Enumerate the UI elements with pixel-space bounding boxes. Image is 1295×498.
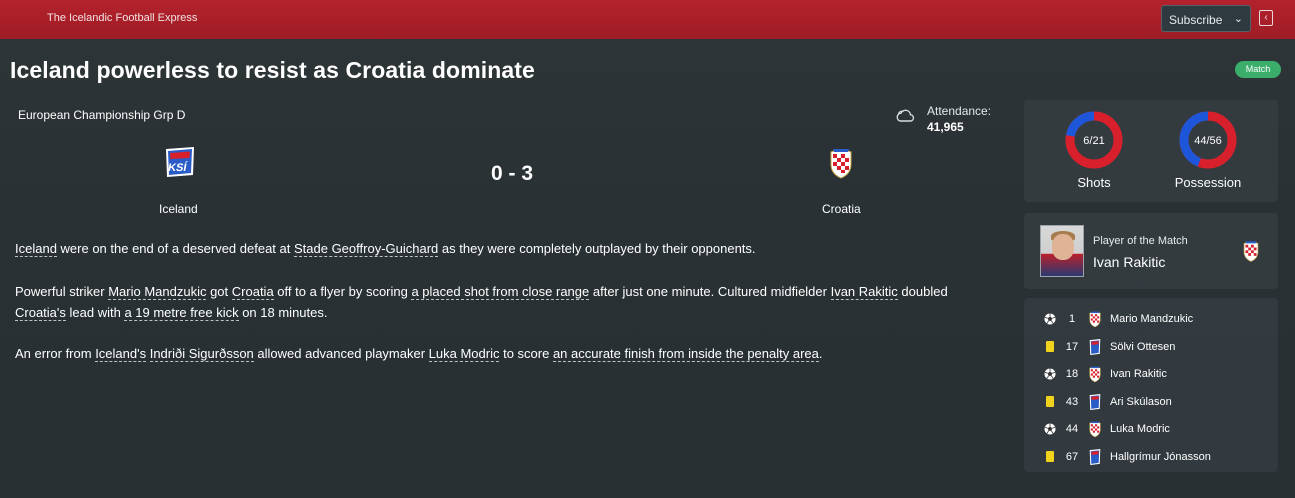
article-paragraph: Iceland were on the end of a deserved de… (15, 238, 975, 259)
stat-value: 44/56 (1194, 135, 1222, 147)
event-row[interactable]: 1 Mario Mandzukic (1024, 309, 1278, 329)
potm-player-name[interactable]: Ivan Rakitic (1093, 254, 1165, 270)
event-minute: 43 (1065, 395, 1079, 408)
attendance-label: Attendance: (927, 104, 992, 118)
event-player[interactable]: Mario Mandzukic (1110, 313, 1193, 325)
ball-icon (1044, 313, 1056, 325)
player-of-the-match-panel[interactable]: Player of the Match Ivan Rakitic (1024, 213, 1278, 289)
event-player[interactable]: Hallgrímur Jónasson (1110, 451, 1211, 463)
subscribe-label: Subscribe (1169, 13, 1223, 27)
chevron-down-icon: ⌄ (1233, 13, 1243, 25)
article-text: were on the end of a deserved defeat at (56, 241, 294, 256)
publication-name: The Icelandic Football Express (47, 12, 198, 24)
article-link[interactable]: an accurate finish from inside the penal… (552, 346, 819, 362)
yellow-card-icon (1046, 451, 1054, 462)
iceland-crest-icon (1089, 338, 1101, 355)
match-events-panel: 1 Mario Mandzukic 17 Sölvi Ottesen 18 Ivan Ra… (1024, 298, 1278, 472)
cloudy-icon (896, 109, 915, 122)
event-player[interactable]: Luka Modric (1110, 423, 1170, 435)
away-team-name[interactable]: Croatia (822, 202, 861, 216)
article-text: An error from (15, 346, 96, 361)
competition-name: European Championship Grp D (18, 108, 186, 122)
event-minute: 18 (1065, 368, 1079, 381)
article-link[interactable]: Iceland (15, 241, 57, 257)
article-text: lead with (65, 305, 125, 320)
article-link[interactable]: a 19 metre free kick (124, 305, 239, 321)
iceland-crest-icon (1089, 449, 1101, 465)
ball-icon (1044, 423, 1056, 435)
article-text: got (206, 284, 232, 299)
possession-donut-chart: 44/56 (1179, 111, 1237, 169)
article-link[interactable]: Croatia's (15, 305, 66, 321)
croatia-crest-icon (1089, 311, 1101, 328)
attendance-value: 41,965 (927, 120, 964, 134)
player-avatar (1040, 225, 1084, 277)
iceland-crest-icon (1089, 393, 1101, 410)
article-text: doubled (897, 284, 948, 299)
possession-label: Possession (1174, 175, 1242, 190)
top-bar: The Icelandic Football Express Subscribe… (0, 0, 1295, 39)
event-row[interactable]: 67 Hallgrímur Jónasson (1024, 447, 1278, 467)
article-text: to score (499, 346, 553, 361)
event-row[interactable]: 44 Luka Modric (1024, 419, 1278, 439)
croatia-crest-icon[interactable] (828, 146, 854, 180)
event-minute: 67 (1065, 451, 1079, 463)
article-paragraph: An error from Iceland's Indriði Sigurðss… (15, 343, 975, 364)
article-headline: Iceland powerless to resist as Croatia d… (10, 57, 535, 83)
player-face (1052, 234, 1074, 260)
stat-value: 6/21 (1083, 135, 1104, 147)
shots-label: Shots (1077, 175, 1111, 190)
iceland-crest-icon[interactable]: KSÍ (163, 146, 197, 178)
event-minute: 44 (1065, 423, 1079, 436)
yellow-card-icon (1046, 395, 1054, 407)
article-link[interactable]: Stade Geoffroy-Guichard (293, 241, 439, 257)
article-link[interactable]: Ivan Rakitic (830, 284, 898, 300)
event-player[interactable]: Sölvi Ottesen (1110, 341, 1175, 353)
croatia-crest-icon (1089, 366, 1101, 383)
potm-label: Player of the Match (1093, 235, 1188, 247)
croatia-crest-icon (1243, 241, 1259, 262)
category-badge: Match (1235, 61, 1281, 78)
article-text: after just one minute. Cultured midfield… (589, 284, 831, 299)
article-link[interactable]: a placed shot from close range (411, 284, 590, 300)
subscribe-dropdown[interactable]: Subscribe ⌄ (1161, 5, 1251, 32)
article-text: . (818, 346, 823, 361)
article-text: as they were completely outplayed by the… (438, 241, 756, 256)
event-player[interactable]: Ari Skúlason (1110, 396, 1172, 408)
svg-text:KSÍ: KSÍ (167, 161, 189, 174)
event-minute: 17 (1065, 340, 1079, 353)
article-link[interactable]: Indriði Sigurðsson (149, 346, 254, 362)
match-stats-panel: 6/21 Shots 44/56 Possession (1024, 100, 1278, 202)
article-link[interactable]: Croatia (231, 284, 274, 300)
article-link[interactable]: Iceland's (95, 346, 147, 362)
croatia-crest-icon (1089, 421, 1101, 438)
event-row[interactable]: 18 Ivan Rakitic (1024, 364, 1278, 384)
home-team-name[interactable]: Iceland (159, 202, 198, 216)
event-player[interactable]: Ivan Rakitic (1110, 368, 1167, 380)
event-row[interactable]: 43 Ari Skúlason (1024, 392, 1278, 412)
article-link[interactable]: Mario Mandzukic (108, 284, 207, 300)
shots-donut-chart: 6/21 (1065, 111, 1123, 169)
article-link[interactable]: Luka Modric (428, 346, 500, 362)
article-text: on 18 minutes. (238, 305, 328, 320)
article-text: Powerful striker (15, 284, 109, 299)
match-score: 0 - 3 (490, 162, 534, 185)
event-minute: 1 (1068, 313, 1076, 325)
event-row[interactable]: 17 Sölvi Ottesen (1024, 337, 1278, 357)
collapse-left-icon[interactable]: ‹ (1259, 10, 1273, 26)
article-paragraph: Powerful striker Mario Mandzukic got Cro… (15, 281, 975, 323)
yellow-card-icon (1046, 340, 1054, 352)
article-text: off to a flyer by scoring (273, 284, 412, 299)
ball-icon (1044, 368, 1056, 380)
article-text: allowed advanced playmaker (253, 346, 429, 361)
